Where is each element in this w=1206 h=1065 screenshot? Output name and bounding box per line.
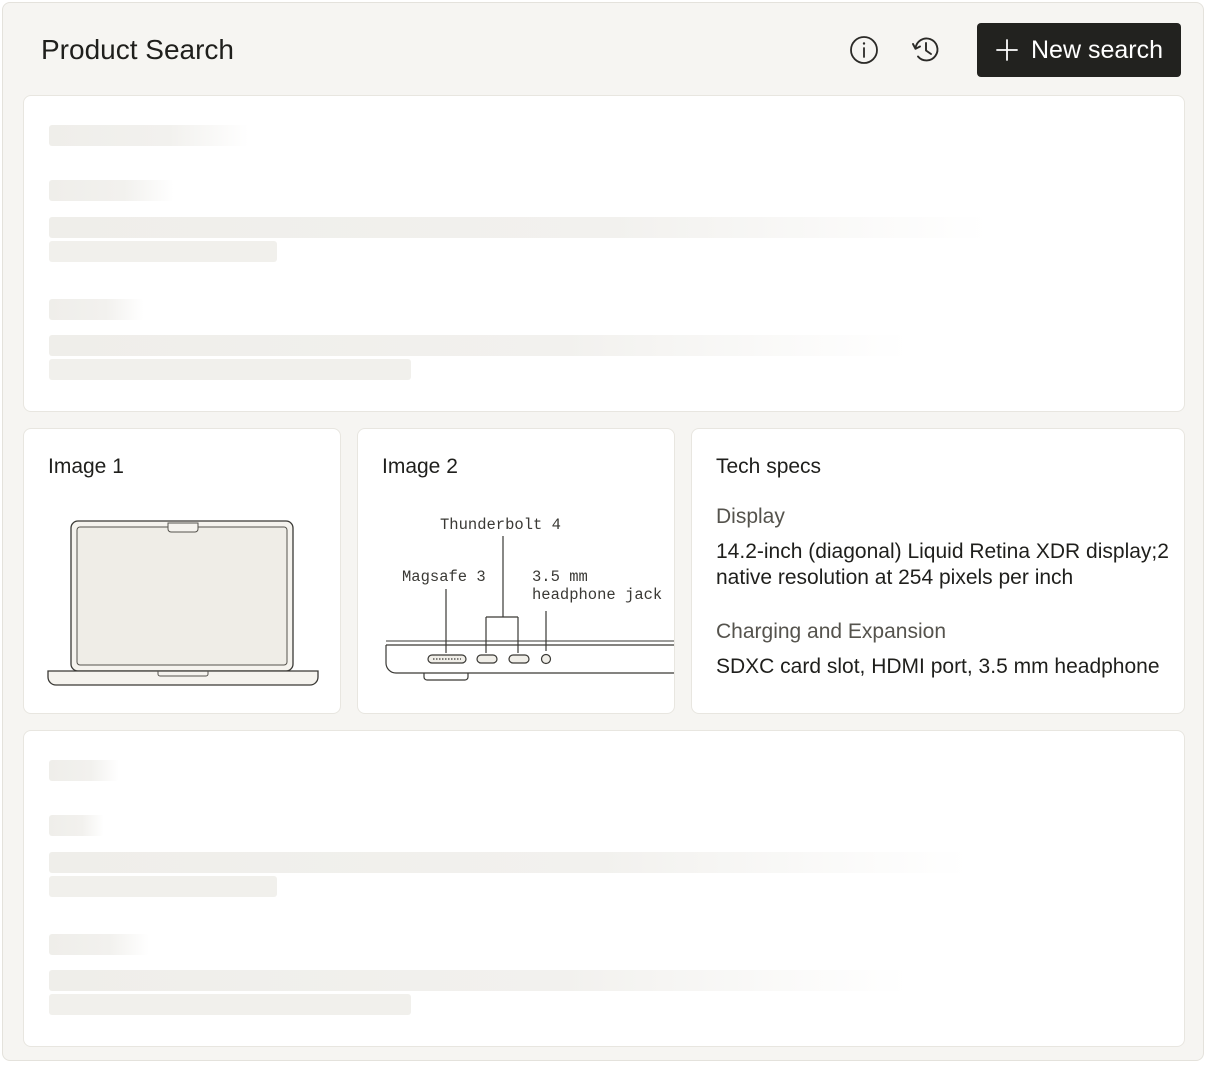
history-icon xyxy=(912,37,939,62)
loading-card-top xyxy=(23,95,1185,412)
skeleton-label xyxy=(49,299,144,320)
spec-label-display: Display xyxy=(716,505,785,528)
spec-value-display-line1: 14.2-inch (diagonal) Liquid Retina XDR d… xyxy=(716,540,1169,563)
tech-specs-title: Tech specs xyxy=(716,455,822,478)
skeleton-heading xyxy=(49,125,249,146)
plus-icon xyxy=(996,39,1018,61)
info-button[interactable] xyxy=(847,33,881,67)
page-title: Product Search xyxy=(41,34,234,65)
skeleton-label xyxy=(49,934,149,955)
image1-card: Image 1 xyxy=(23,428,341,714)
skeleton-line xyxy=(49,876,277,897)
loading-card-bottom xyxy=(23,730,1185,1047)
info-icon xyxy=(850,36,878,64)
skeleton-heading xyxy=(49,760,119,781)
skeleton-line xyxy=(49,359,411,380)
skeleton-line xyxy=(49,852,969,873)
header: Product Search New search xyxy=(3,3,1203,95)
laptop-side-ports-illustration xyxy=(385,536,674,681)
history-button[interactable] xyxy=(909,33,943,67)
skeleton-line xyxy=(49,335,909,356)
spec-value-display-line2: native resolution at 254 pixels per inch xyxy=(716,566,1074,589)
skeleton-line xyxy=(49,217,989,238)
new-search-button[interactable]: New search xyxy=(977,23,1181,77)
image2-card: Image 2 Thunderbolt 4 Magsafe 3 3.5 mm h… xyxy=(357,428,675,714)
spec-label-charging: Charging and Expansion xyxy=(716,620,946,643)
image1-title: Image 1 xyxy=(48,455,124,478)
skeleton-label xyxy=(49,180,174,201)
laptop-front-illustration xyxy=(47,520,319,686)
skeleton-line xyxy=(49,970,909,991)
product-search-window: Product Search New search Image 1 Image … xyxy=(2,2,1204,1061)
tech-specs-card: Tech specs Display 14.2-inch (diagonal) … xyxy=(691,428,1185,714)
skeleton-line xyxy=(49,241,277,262)
skeleton-line xyxy=(49,994,411,1015)
skeleton-label xyxy=(49,815,104,836)
spec-value-charging: SDXC card slot, HDMI port, 3.5 mm headph… xyxy=(716,655,1160,678)
new-search-label: New search xyxy=(1031,35,1163,64)
